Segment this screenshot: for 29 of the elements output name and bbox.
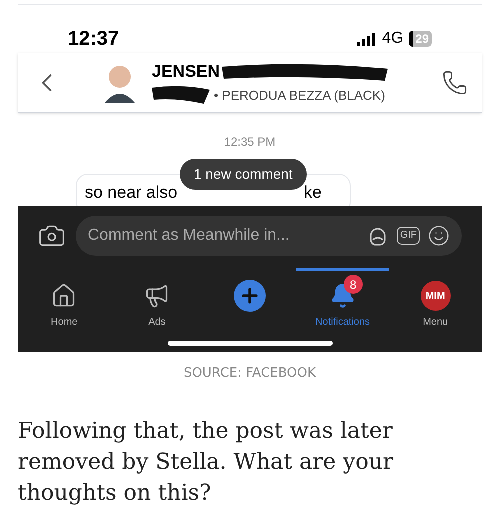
megaphone-icon: [144, 283, 170, 309]
nav-tab[interactable]: Ads: [110, 268, 204, 330]
battery-indicator: 29: [408, 31, 432, 47]
contact-subtitle: • PERODUA BEZZA (BLACK): [214, 86, 386, 105]
signal-icon: [357, 32, 378, 46]
nav-label: Notifications: [316, 316, 370, 330]
image-caption: SOURCE: FACEBOOK: [184, 365, 316, 383]
comment-field[interactable]: Comment as Meanwhile in... GIF: [76, 216, 462, 256]
create-button[interactable]: [234, 280, 266, 312]
nav-tab[interactable]: Home: [18, 268, 111, 330]
phone-icon[interactable]: [442, 70, 468, 96]
home-icon: [51, 283, 78, 309]
menu-avatar: MIM: [420, 281, 451, 311]
notification-badge: 8: [344, 275, 363, 294]
network-label: 4G: [382, 29, 404, 49]
message-text: so near also: [85, 182, 178, 204]
status-time: 12:37: [68, 27, 120, 52]
nav-label: Ads: [148, 316, 166, 330]
message-timestamp: 12:35 PM: [224, 134, 276, 151]
nav-label: Menu: [423, 316, 448, 330]
emoji-icon[interactable]: [428, 225, 450, 247]
nav-label: Home: [51, 316, 78, 330]
nav-tab[interactable]: MIM Menu: [389, 268, 482, 330]
contact-name: JENSEN: [152, 60, 220, 83]
message-text: ke: [304, 182, 322, 204]
nav-tab[interactable]: 8 Notifications: [296, 268, 390, 330]
redaction-drawing: [152, 84, 212, 106]
article-paragraph: Following that, the post was later removed by Stella. What are your thoughts on this?: [18, 418, 395, 508]
gif-button[interactable]: GIF: [397, 227, 420, 245]
